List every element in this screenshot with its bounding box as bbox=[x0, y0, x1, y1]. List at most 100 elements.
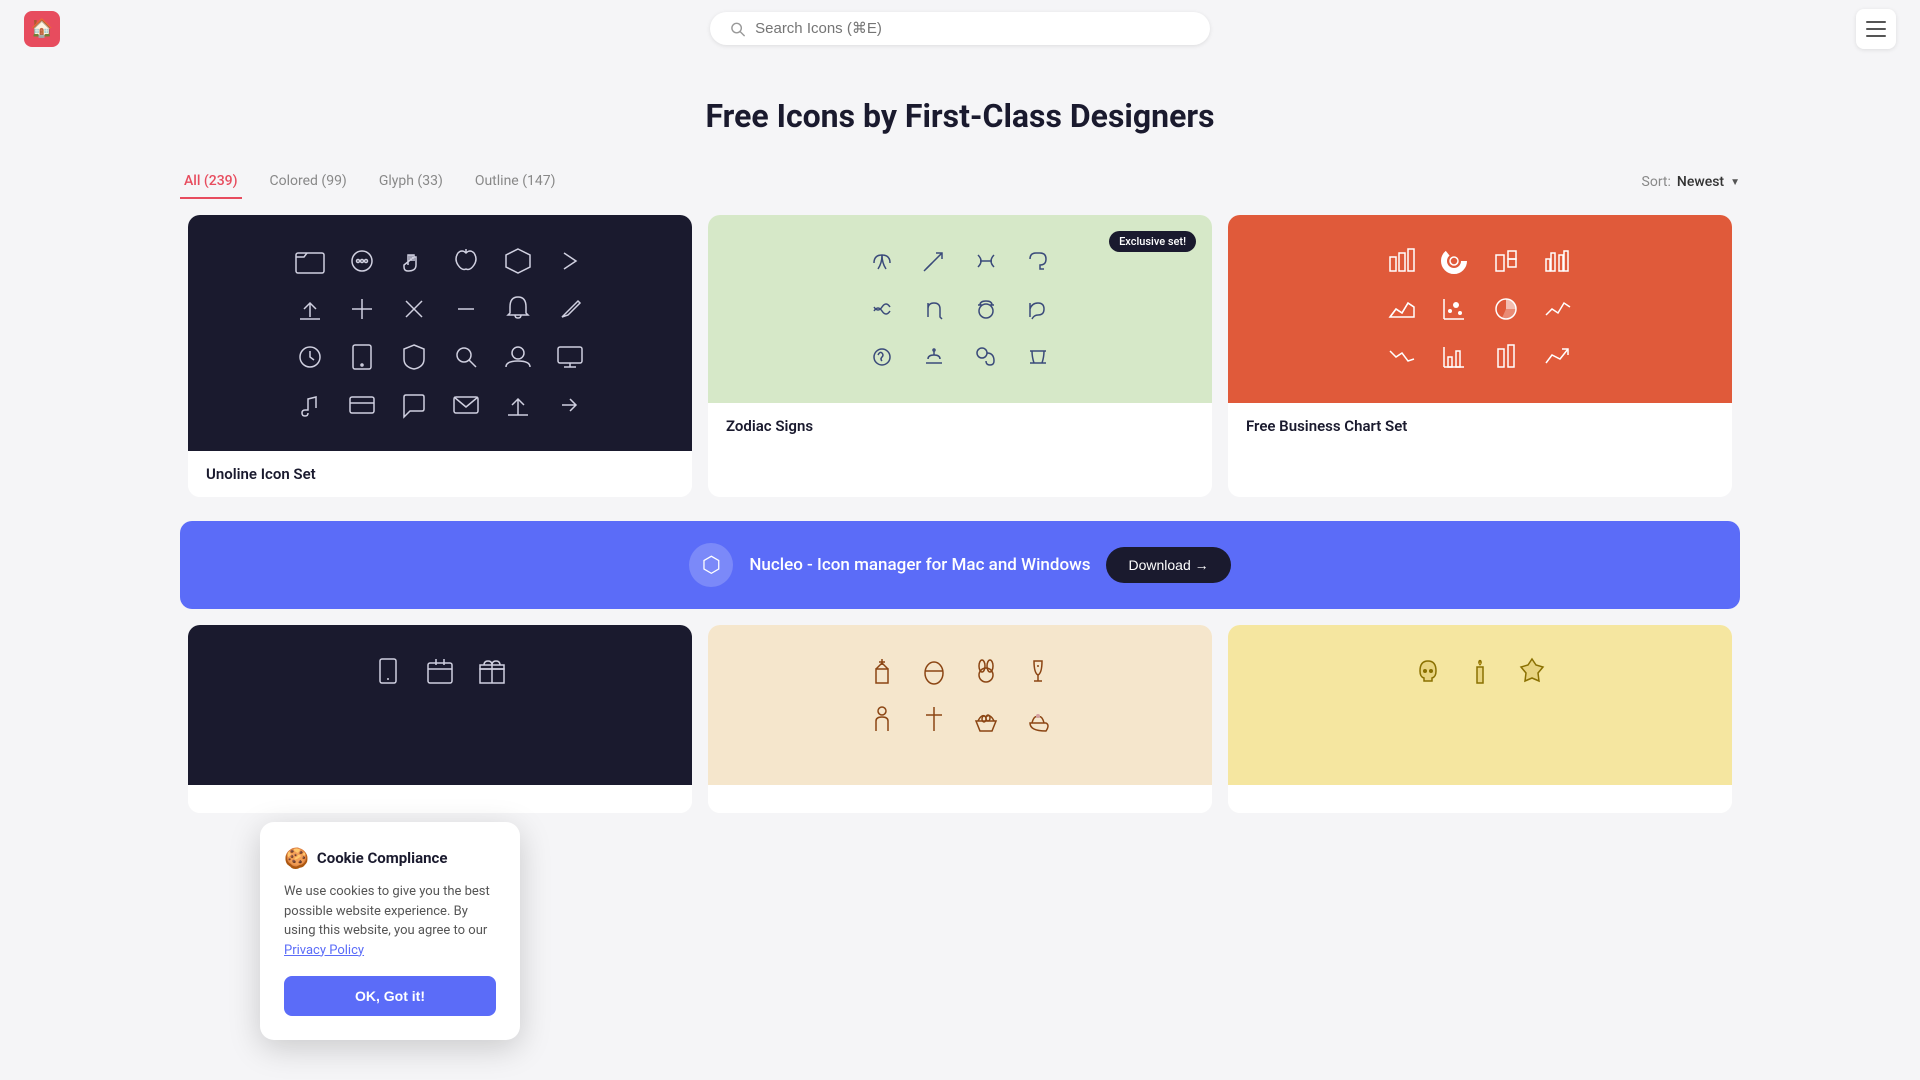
business-preview bbox=[1228, 215, 1732, 403]
calendar-icon bbox=[424, 655, 456, 687]
skull-icon bbox=[1412, 655, 1444, 687]
filter-tabs: All (239) Colored (99) Glyph (33) Outlin… bbox=[180, 165, 583, 199]
menu-line-1 bbox=[1866, 21, 1886, 23]
easter-row-1 bbox=[738, 655, 1182, 687]
libra-icon bbox=[918, 341, 950, 373]
bottom-card-skull[interactable] bbox=[1228, 625, 1732, 813]
logo-button[interactable]: 🏠 bbox=[24, 11, 60, 47]
page-title-area: Free Icons by First-Class Designers bbox=[0, 57, 1920, 165]
chevron-down-icon: ▼ bbox=[1730, 177, 1740, 188]
sort-label: Sort: bbox=[1642, 174, 1671, 190]
icon-card-unoline[interactable]: Unoline Icon Set bbox=[188, 215, 692, 497]
bottom-grid bbox=[0, 625, 1920, 829]
donut-chart-icon bbox=[1438, 245, 1470, 277]
icon-card-business[interactable]: Free Business Chart Set bbox=[1228, 215, 1732, 497]
bubble-icon bbox=[398, 389, 430, 421]
mail-icon bbox=[450, 389, 482, 421]
icon-row-3 bbox=[218, 341, 662, 373]
tab-glyph[interactable]: Glyph (33) bbox=[375, 165, 447, 199]
exclusive-badge: Exclusive set! bbox=[1109, 231, 1196, 252]
tablet-icon bbox=[346, 341, 378, 373]
creditcard-icon bbox=[346, 389, 378, 421]
cookie-title: Cookie Compliance bbox=[317, 849, 448, 867]
plus-icon bbox=[346, 293, 378, 325]
taurus-icon bbox=[970, 293, 1002, 325]
cookie-body-text: We use cookies to give you the best poss… bbox=[284, 884, 490, 938]
folder-icon bbox=[294, 245, 326, 277]
candle-icon bbox=[1464, 655, 1496, 687]
cupcake-icon bbox=[1022, 703, 1054, 735]
search-bar bbox=[710, 12, 1210, 45]
tab-outline[interactable]: Outline (147) bbox=[471, 165, 560, 199]
unoline-preview bbox=[188, 215, 692, 451]
virgo-icon bbox=[918, 293, 950, 325]
icon-grid: Unoline Icon Set Exclusive set! bbox=[0, 215, 1920, 513]
bottom-easter-label bbox=[708, 785, 1212, 813]
church-icon bbox=[866, 655, 898, 687]
apple-icon bbox=[450, 245, 482, 277]
monitor-icon bbox=[554, 341, 586, 373]
bottom-dark-row-1 bbox=[218, 655, 662, 687]
bottom-card-dark[interactable] bbox=[188, 625, 692, 813]
bottom-dark-label bbox=[188, 785, 692, 813]
trend-chart-icon bbox=[1542, 341, 1574, 373]
cookie-popup: 🍪 Cookie Compliance We use cookies to gi… bbox=[260, 822, 520, 1040]
gemini-icon bbox=[1022, 341, 1054, 373]
sort-area: Sort: Newest ▼ bbox=[1642, 174, 1740, 190]
bar-chart2-icon bbox=[1438, 341, 1470, 373]
user-icon bbox=[502, 341, 534, 373]
cookie-accept-button[interactable]: OK, Got it! bbox=[284, 976, 496, 1016]
gift-icon bbox=[476, 655, 508, 687]
close-icon bbox=[398, 293, 430, 325]
banner-text: Nucleo - Icon manager for Mac and Window… bbox=[749, 555, 1090, 575]
capricorn-icon bbox=[1022, 293, 1054, 325]
page-title: Free Icons by First-Class Designers bbox=[20, 97, 1900, 135]
cookie-emoji: 🍪 bbox=[284, 846, 309, 870]
basket-icon bbox=[970, 703, 1002, 735]
music-icon bbox=[294, 389, 326, 421]
privacy-policy-link[interactable]: Privacy Policy bbox=[284, 943, 364, 958]
bottom-card-easter[interactable] bbox=[708, 625, 1212, 813]
cross-icon bbox=[918, 703, 950, 735]
tab-all[interactable]: All (239) bbox=[180, 165, 242, 199]
easter-egg-icon bbox=[918, 655, 950, 687]
menu-line-2 bbox=[1866, 28, 1886, 30]
zodiac-row-3 bbox=[738, 341, 1182, 373]
header: 🏠 bbox=[0, 0, 1920, 57]
edit-icon bbox=[554, 293, 586, 325]
arrow-right-icon bbox=[554, 245, 586, 277]
skull-row-1 bbox=[1258, 655, 1702, 687]
menu-button[interactable] bbox=[1856, 9, 1896, 49]
icon-card-zodiac[interactable]: Exclusive set! Zodiac Signs bbox=[708, 215, 1212, 497]
search-icon-small bbox=[450, 341, 482, 373]
arrow-right2-icon bbox=[554, 389, 586, 421]
grouped-bar-icon bbox=[1542, 245, 1574, 277]
scorpio-icon bbox=[1022, 245, 1054, 277]
zodiac-row-2 bbox=[738, 293, 1182, 325]
sort-value[interactable]: Newest bbox=[1677, 174, 1724, 190]
bottom-dark-preview bbox=[188, 625, 692, 785]
download-button[interactable]: Download → bbox=[1106, 547, 1230, 583]
icon-row-2 bbox=[218, 293, 662, 325]
leo-icon bbox=[970, 341, 1002, 373]
stacked-chart-icon bbox=[1490, 245, 1522, 277]
capricorn2-icon bbox=[866, 341, 898, 373]
bottom-skull-label bbox=[1228, 785, 1732, 813]
cookie-header: 🍪 Cookie Compliance bbox=[284, 846, 496, 870]
zodiac-label: Zodiac Signs bbox=[708, 403, 1212, 449]
bell-icon bbox=[502, 293, 534, 325]
tab-colored[interactable]: Colored (99) bbox=[266, 165, 351, 199]
easter-row-2 bbox=[738, 703, 1182, 735]
box-icon bbox=[502, 245, 534, 277]
aries-icon bbox=[866, 245, 898, 277]
time-icon bbox=[294, 341, 326, 373]
search-input[interactable] bbox=[755, 20, 1190, 37]
bottom-easter-preview bbox=[708, 625, 1212, 785]
pie-chart-icon bbox=[1490, 293, 1522, 325]
business-label: Free Business Chart Set bbox=[1228, 403, 1732, 449]
area-chart-icon bbox=[1386, 293, 1418, 325]
upload2-icon bbox=[502, 389, 534, 421]
cookie-popup-overlay: 🍪 Cookie Compliance We use cookies to gi… bbox=[260, 822, 520, 1040]
jesus-icon bbox=[866, 703, 898, 735]
home-icon: 🏠 bbox=[31, 18, 53, 39]
